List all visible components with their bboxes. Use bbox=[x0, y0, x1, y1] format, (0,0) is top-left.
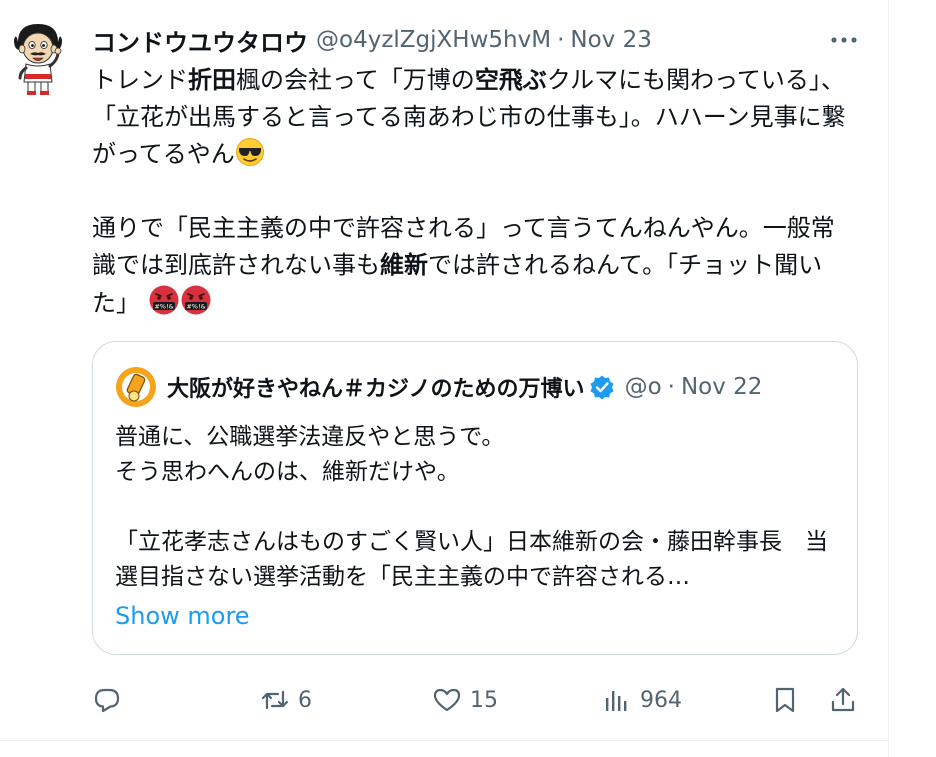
timeline-right-border bbox=[888, 0, 889, 757]
hashtag-trend-link[interactable]: 折田 bbox=[188, 66, 236, 94]
quote-author-handle[interactable]: @o bbox=[625, 374, 662, 400]
views-button[interactable]: 964 bbox=[602, 678, 682, 722]
post-bottom-divider bbox=[0, 740, 889, 741]
quote-text: 普通に、公職選挙法違反やと思うで。 そう思わへんのは、維新だけや。 「立花孝志さ… bbox=[115, 420, 845, 595]
post-header: コンドウユウタロウ @o4yzlZgjXHw5hvM · Nov 23 bbox=[92, 22, 652, 58]
quote-text-line: 「立花孝志さんはものすごく賢い人」日本維新の会・藤田幹事長 当選目指さない選挙活… bbox=[115, 529, 828, 590]
quote-text-line: そう思わへんのは、維新だけや。 bbox=[115, 459, 460, 485]
like-button[interactable]: 15 bbox=[432, 678, 498, 722]
sunglasses-emoji bbox=[235, 138, 264, 166]
quote-header-separator: · bbox=[667, 374, 675, 400]
more-horizontal-icon[interactable] bbox=[826, 28, 862, 52]
quote-author-name[interactable]: 大阪が好きやねん＃カジノのための万博い bbox=[167, 371, 585, 403]
bookmark-icon bbox=[775, 687, 795, 713]
retweet-count: 6 bbox=[298, 687, 312, 713]
author-handle[interactable]: @o4yzlZgjXHw5hvM bbox=[316, 27, 551, 53]
quote-header: 大阪が好きやねん＃カジノのための万博い @o · Nov 22 bbox=[167, 369, 762, 405]
views-count: 964 bbox=[640, 687, 682, 713]
svg-text:#%!&: #%!& bbox=[186, 303, 205, 311]
post-text-segment: 楓の会社って「万博の bbox=[236, 66, 475, 94]
post-text-segment: トレンド bbox=[92, 66, 188, 94]
post-actions: 6 15 964 bbox=[0, 678, 889, 722]
bookmark-button[interactable] bbox=[770, 678, 800, 722]
avatar[interactable] bbox=[12, 20, 64, 96]
quote-date[interactable]: Nov 22 bbox=[681, 374, 762, 400]
trend-keyword[interactable]: 維新 bbox=[380, 251, 428, 279]
heart-icon bbox=[433, 688, 461, 712]
reply-icon bbox=[94, 688, 120, 713]
like-count: 15 bbox=[470, 687, 498, 713]
author-name[interactable]: コンドウユウタロウ bbox=[92, 23, 308, 58]
quote-avatar[interactable] bbox=[115, 366, 157, 408]
post-text: トレンド折田楓の会社って「万博の空飛ぶクルマにも関わっている」、「立花が出馬する… bbox=[92, 62, 852, 322]
reply-button[interactable] bbox=[92, 678, 130, 722]
svg-text:#%!&: #%!& bbox=[154, 303, 173, 311]
cursing-face-emoji: #%!& bbox=[181, 285, 211, 315]
share-icon bbox=[831, 687, 855, 712]
quote-text-line: 普通に、公職選挙法違反やと思うで。 bbox=[115, 424, 505, 450]
header-separator: · bbox=[557, 27, 565, 53]
cursing-face-emoji: #%!& bbox=[149, 285, 179, 315]
trend-keyword[interactable]: 空飛ぶ bbox=[475, 66, 547, 94]
retweet-icon bbox=[261, 690, 289, 710]
share-button[interactable] bbox=[828, 678, 858, 722]
bar-chart-icon bbox=[606, 691, 627, 711]
retweet-button[interactable]: 6 bbox=[260, 678, 312, 722]
show-more-link[interactable]: Show more bbox=[115, 598, 250, 634]
quoted-post[interactable]: 大阪が好きやねん＃カジノのための万博い @o · Nov 22 普通に、公職選挙… bbox=[92, 341, 858, 655]
verified-badge-icon bbox=[590, 375, 614, 400]
post-date[interactable]: Nov 23 bbox=[570, 27, 651, 53]
